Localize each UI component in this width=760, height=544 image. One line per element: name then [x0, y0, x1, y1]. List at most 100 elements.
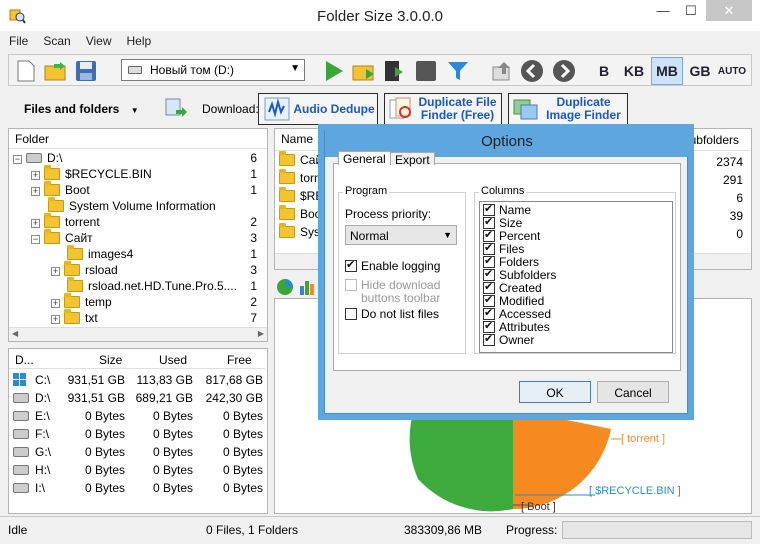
expand-icon[interactable]: +	[51, 299, 60, 308]
tree-item-txt[interactable]: + txt 7	[51, 309, 263, 327]
priority-select-value: Normal	[350, 229, 389, 243]
window-title: Folder Size 3.0.0.0	[317, 8, 443, 25]
audio-dedupe-button[interactable]: Audio Dedupe	[258, 93, 378, 125]
maximize-button[interactable]: ☐	[678, 0, 704, 21]
unit-auto-button[interactable]: AUTO	[717, 57, 747, 85]
stop-icon[interactable]	[413, 58, 439, 84]
tree-horizontal-scrollbar[interactable]: ◀ ▶	[9, 327, 267, 341]
free-column-header[interactable]: Free	[227, 353, 252, 367]
tree-item-sait[interactable]: − Сайт 3	[31, 229, 263, 247]
unit-mb-button[interactable]: MB	[651, 57, 683, 85]
unit-b-button[interactable]: B	[589, 57, 619, 85]
name-column-header[interactable]: Name	[281, 132, 313, 146]
duplicate-image-icon	[513, 99, 538, 120]
drive-column-header[interactable]: D...	[15, 353, 34, 367]
duplicate-image-finder-button[interactable]: Duplicate Image Finder	[508, 93, 628, 125]
tree-item-boot[interactable]: + Boot 1	[31, 181, 263, 199]
expand-icon[interactable]: +	[31, 219, 40, 228]
do-not-list-files-checkbox[interactable]: Do not list files	[345, 307, 439, 321]
drive-row[interactable]: C:\ 931,51 GB 113,83 GB 817,68 GB	[9, 371, 265, 389]
new-icon[interactable]	[13, 58, 39, 84]
expand-icon[interactable]: +	[31, 187, 40, 196]
drive-row[interactable]: E:\ 0 Bytes 0 Bytes 0 Bytes	[9, 407, 265, 425]
collapse-icon[interactable]: −	[13, 155, 22, 164]
columns-checklist: Name Size Percent Files Folders Subfolde…	[479, 201, 673, 353]
tree-item-count: 3	[250, 263, 257, 277]
main-toolbar: Новый том (D:) ▼ B KB MB GB AUTO	[8, 54, 752, 86]
chevron-down-icon: ▼	[443, 230, 452, 240]
expand-icon[interactable]: +	[31, 171, 40, 180]
tree-item-images4[interactable]: images4 1	[67, 245, 263, 263]
drive-size: 0 Bytes	[84, 463, 125, 477]
columns-group-label: Columns	[479, 185, 527, 197]
menu-scan[interactable]: Scan	[34, 31, 76, 48]
drive-size: 0 Bytes	[84, 409, 125, 423]
expand-icon[interactable]: +	[51, 267, 60, 276]
drive-select[interactable]: Новый том (D:) ▼	[121, 59, 305, 81]
open-folder-icon[interactable]	[43, 58, 69, 84]
tab-export[interactable]: Export	[390, 152, 435, 167]
drive-icon	[128, 66, 142, 74]
export-icon[interactable]	[164, 96, 190, 120]
column-checkbox-owner[interactable]: Owner	[483, 332, 534, 347]
drive-row[interactable]: G:\ 0 Bytes 0 Bytes 0 Bytes	[9, 443, 265, 461]
tab-general[interactable]: General	[338, 151, 391, 166]
folder-icon	[64, 309, 80, 324]
scroll-right-icon[interactable]: ▶	[258, 329, 264, 338]
expand-icon[interactable]: +	[51, 315, 60, 324]
tree-item-label: temp	[85, 295, 112, 309]
scan-folder-icon[interactable]	[351, 58, 377, 84]
hide-download-checkbox[interactable]: Hide download buttons toolbar	[345, 279, 465, 305]
menu-file[interactable]: File	[0, 31, 34, 48]
bar-chart-icon[interactable]	[298, 278, 316, 299]
save-icon[interactable]	[73, 58, 99, 84]
drive-letter: G:\	[35, 445, 52, 459]
scroll-left-icon[interactable]: ◀	[12, 329, 18, 338]
removable-drive-icon	[13, 411, 29, 421]
size-column-header[interactable]: Size	[99, 353, 122, 367]
tree-item-torrent[interactable]: + torrent 2	[31, 213, 263, 231]
column-checkbox-subfolders[interactable]: Subfolders	[483, 267, 556, 282]
drive-row[interactable]: D:\ 931,51 GB 689,21 GB 242,30 GB	[9, 389, 265, 407]
priority-select[interactable]: Normal ▼	[345, 225, 457, 245]
tree-item-system-volume-information[interactable]: System Volume Information	[48, 197, 263, 215]
minimize-button[interactable]: —	[650, 0, 676, 21]
status-size: 383309,86 MB	[404, 523, 483, 537]
tree-item-rsload-hdtune[interactable]: rsload.net.HD.Tune.Pro.5.... 1	[67, 277, 263, 295]
drive-row[interactable]: H:\ 0 Bytes 0 Bytes 0 Bytes	[9, 461, 265, 479]
scan-drive-icon[interactable]	[381, 58, 407, 84]
close-button[interactable]: ✕	[706, 0, 752, 21]
menu-view[interactable]: View	[77, 31, 118, 48]
unit-gb-button[interactable]: GB	[685, 57, 715, 85]
back-icon[interactable]	[519, 58, 545, 84]
forward-icon[interactable]	[551, 58, 577, 84]
duplicate-file-finder-button[interactable]: Duplicate File Finder (Free)	[384, 93, 502, 125]
play-icon[interactable]	[321, 58, 347, 84]
up-folder-icon[interactable]	[489, 58, 515, 84]
collapse-icon[interactable]: −	[31, 235, 40, 244]
list-item-name: Boot	[300, 207, 325, 221]
chart-label-recycle-bin: [ $RECYCLE.BIN ]	[589, 485, 681, 497]
drive-icon	[26, 153, 42, 163]
files-and-folders-dropdown[interactable]: Files and folders ▼	[24, 102, 139, 116]
tree-item-recycle-bin[interactable]: + $RECYCLE.BIN 1	[31, 165, 263, 183]
enable-logging-checkbox[interactable]: Enable logging	[345, 258, 440, 273]
tree-item-rsload[interactable]: + rsload 3	[51, 261, 263, 279]
used-column-header[interactable]: Used	[159, 353, 187, 367]
ok-button[interactable]: OK	[519, 381, 591, 403]
tree-item-temp[interactable]: + temp 2	[51, 293, 263, 311]
menu-help[interactable]: Help	[118, 31, 158, 48]
unit-kb-button[interactable]: KB	[619, 57, 649, 85]
drive-free: 0 Bytes	[222, 409, 263, 423]
pie-chart-icon[interactable]	[276, 278, 294, 299]
subfolders-column-header[interactable]: Subfolders	[682, 133, 739, 147]
cancel-button[interactable]: Cancel	[597, 381, 669, 403]
drive-size: 931,51 GB	[67, 391, 125, 405]
drive-row[interactable]: F:\ 0 Bytes 0 Bytes 0 Bytes	[9, 425, 265, 443]
folder-column-header[interactable]: Folder	[15, 132, 49, 146]
status-state: Idle	[8, 523, 28, 537]
filter-icon[interactable]	[445, 58, 471, 84]
tree-item-label: $RECYCLE.BIN	[65, 167, 152, 181]
drive-size: 0 Bytes	[84, 445, 125, 459]
drive-row[interactable]: I:\ 0 Bytes 0 Bytes 0 Bytes	[9, 479, 265, 497]
